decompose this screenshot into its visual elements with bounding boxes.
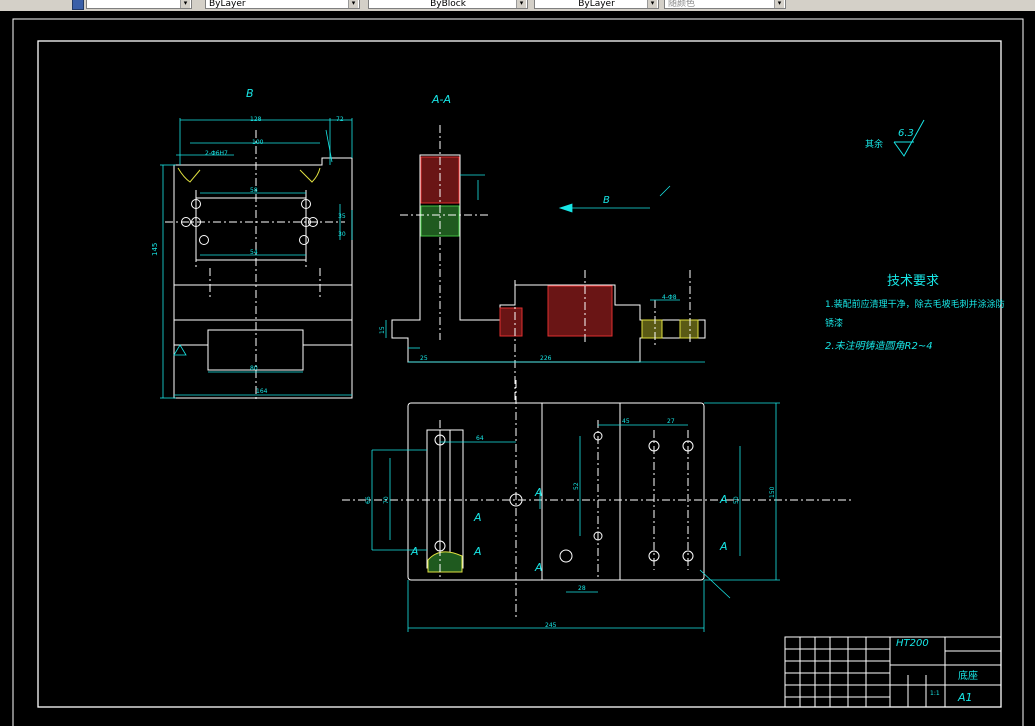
- chevron-down-icon[interactable]: ▾: [516, 0, 526, 8]
- lineweight-dropdown[interactable]: ByBlock ▾: [368, 0, 528, 9]
- plan-view: [342, 380, 852, 620]
- requirements-line2: 2.未注明铸造圆角R2~4: [825, 340, 933, 352]
- chevron-down-icon[interactable]: ▾: [348, 0, 358, 8]
- sheet-size: A1: [957, 691, 973, 704]
- dim-b-inner: 58: [250, 187, 258, 194]
- outer-frame: [12, 18, 1024, 726]
- dim-b-inner2: 54: [250, 249, 258, 256]
- dim-a-left: 25: [420, 355, 428, 362]
- dim-plan-45: 45: [622, 418, 630, 425]
- chevron-down-icon[interactable]: ▾: [647, 0, 657, 8]
- part-name: 底座: [958, 669, 978, 682]
- section-mark: A: [410, 545, 419, 558]
- requirements-line1: 1.装配前应清理干净，除去毛坡毛刺并涂涂防: [825, 298, 1005, 310]
- section-a-a: A-A: [391, 93, 706, 400]
- view-b: B: [165, 87, 353, 400]
- plotstyle-dropdown[interactable]: 随颜色 ▾: [664, 0, 786, 9]
- section-mark: A: [534, 486, 543, 499]
- drawing-canvas[interactable]: B 128 72 100 2-Φ6H7 58 54 145 80 164 35 …: [0, 11, 1035, 726]
- roughness-prefix: 其余: [865, 138, 883, 150]
- chevron-down-icon[interactable]: ▾: [774, 0, 784, 8]
- section-mark: A: [534, 561, 543, 574]
- plotstyle-value: 随颜色: [668, 0, 696, 9]
- linetype-dropdown[interactable]: ByLayer ▾: [205, 0, 360, 9]
- material: HT200: [896, 638, 929, 649]
- dim-plan-64: 64: [476, 435, 484, 442]
- section-mark: A: [719, 540, 728, 553]
- lineweight-value: ByBlock: [430, 0, 466, 9]
- chevron-down-icon[interactable]: ▾: [180, 0, 190, 8]
- dim-plan-total: 245: [545, 622, 557, 629]
- color-dropdown[interactable]: ByLayer ▾: [534, 0, 659, 9]
- inner-frame: [37, 40, 1002, 708]
- layer-dropdown[interactable]: ▾: [86, 0, 192, 9]
- dim-plan-left: 66: [365, 496, 372, 504]
- view-arrow-label: B: [603, 195, 610, 206]
- section-a-label: A-A: [431, 93, 451, 106]
- dim-plan-r: 50: [733, 496, 740, 504]
- dim-plan-left2: 70: [383, 496, 390, 504]
- requirements-line1b: 锈漆: [825, 317, 843, 329]
- dim-b-mid: 100: [252, 139, 264, 146]
- dim-a-hole: 4-Φ8: [662, 294, 677, 301]
- tech-requirements: 技术要求 1.装配前应清理干净，除去毛坡毛刺并涂涂防 锈漆 2.未注明铸造圆角R…: [825, 274, 1005, 352]
- roughness-symbol: 其余 6.3: [865, 119, 925, 157]
- requirements-title: 技术要求: [887, 274, 939, 289]
- dim-plan-height: 150: [769, 486, 776, 498]
- dim-b-total: 164: [256, 388, 268, 395]
- layer-icon[interactable]: [72, 0, 84, 10]
- dim-plan-26: 28: [578, 585, 586, 592]
- section-mark: A: [473, 545, 482, 558]
- dim-a-base: 15: [379, 326, 386, 334]
- section-mark: A: [473, 511, 482, 524]
- plan-dims: [371, 402, 780, 632]
- dim-a-width: 226: [540, 355, 552, 362]
- roughness-value: 6.3: [898, 128, 914, 139]
- dim-b-top: 128: [250, 116, 262, 123]
- dim-plan-27: 27: [667, 418, 675, 425]
- view-b-label: B: [246, 87, 254, 100]
- color-value: ByLayer: [578, 0, 615, 9]
- dim-b-height: 145: [151, 243, 159, 256]
- dim-plan-mid: 52: [573, 482, 580, 490]
- drawing-svg: B 128 72 100 2-Φ6H7 58 54 145 80 164 35 …: [12, 18, 1024, 726]
- section-mark: A: [719, 493, 728, 506]
- dim-b-right1: 35: [338, 213, 346, 220]
- dim-b-right2: 30: [338, 231, 346, 238]
- dim-b-bottom: 80: [250, 365, 258, 372]
- dim-b-holes: 2-Φ6H7: [205, 150, 228, 157]
- linetype-value: ByLayer: [209, 0, 246, 9]
- dim-b-top2: 72: [336, 116, 344, 123]
- scale: 1:1: [930, 690, 940, 697]
